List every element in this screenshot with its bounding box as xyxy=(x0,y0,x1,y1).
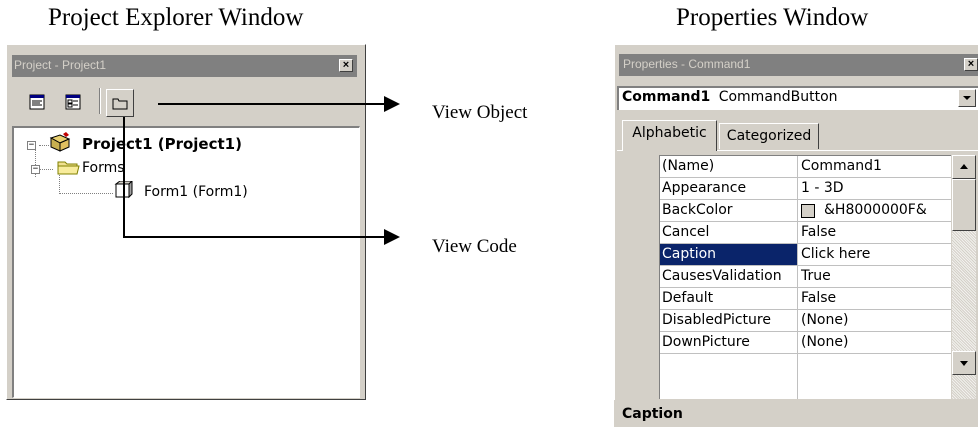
property-name: CausesValidation xyxy=(662,268,782,284)
folder-icon xyxy=(57,161,80,175)
object-selector-dropdown[interactable] xyxy=(958,89,976,107)
tab-alphabetic-label: Alphabetic xyxy=(632,125,707,141)
folder-icon xyxy=(112,98,128,110)
tree-item-form1[interactable]: Form1 (Form1) xyxy=(144,184,248,200)
color-swatch xyxy=(801,204,815,218)
view-object-button[interactable] xyxy=(61,90,85,114)
object-selector-value: Command1 CommandButton xyxy=(622,89,838,105)
property-value[interactable]: (None) xyxy=(801,334,848,350)
view-code-arrow-line xyxy=(123,117,125,238)
close-icon[interactable]: × xyxy=(964,58,978,71)
object-name: Command1 xyxy=(622,89,711,105)
view-object-icon xyxy=(65,94,81,110)
property-value[interactable]: (None) xyxy=(801,312,848,328)
tree-connector xyxy=(39,169,53,170)
view-object-arrow-line xyxy=(158,103,386,105)
toggle-folders-button[interactable] xyxy=(106,89,134,117)
collapse-project-toggle[interactable]: − xyxy=(27,141,36,150)
view-code-arrow-line xyxy=(123,236,386,238)
scroll-up-button[interactable] xyxy=(952,155,976,179)
properties-grid: (Name) Command1 Appearance 1 - 3D BackCo… xyxy=(659,155,951,399)
property-name: Default xyxy=(662,290,714,306)
project-explorer-title: Project - Project1 xyxy=(14,58,107,72)
property-name: Caption xyxy=(662,246,717,262)
properties-title: Properties - Command1 xyxy=(623,57,751,71)
property-value[interactable]: True xyxy=(801,268,831,284)
property-value[interactable]: &H8000000F& xyxy=(824,202,927,218)
arrow-down-icon xyxy=(960,361,968,366)
property-name: (Name) xyxy=(662,158,715,174)
property-value[interactable]: False xyxy=(801,224,836,240)
property-row-partial[interactable] xyxy=(660,354,951,376)
property-value[interactable]: Click here xyxy=(801,246,870,262)
tree-item-project[interactable]: Project1 (Project1) xyxy=(82,135,242,153)
property-name: BackColor xyxy=(662,202,733,218)
property-row[interactable]: DownPicture (None) xyxy=(660,332,951,354)
property-name: DownPicture xyxy=(662,334,750,350)
tab-alphabetic[interactable]: Alphabetic xyxy=(622,120,717,151)
property-row[interactable]: CausesValidation True xyxy=(660,266,951,288)
property-row[interactable]: (Name) Command1 xyxy=(660,156,951,178)
tree-connector xyxy=(59,193,113,194)
object-type: CommandButton xyxy=(718,89,838,105)
tree-item-forms[interactable]: Forms xyxy=(82,160,125,176)
chevron-down-icon xyxy=(963,96,971,100)
property-row-selected[interactable]: Caption Click here xyxy=(660,244,951,266)
project-explorer-heading: Project Explorer Window xyxy=(48,4,304,31)
properties-scrollbar[interactable] xyxy=(952,155,976,399)
toolbar-separator xyxy=(99,88,101,114)
property-value[interactable]: False xyxy=(801,290,836,306)
description-title: Caption xyxy=(622,406,683,422)
property-value[interactable]: 1 - 3D xyxy=(801,180,844,196)
property-name: Appearance xyxy=(662,180,747,196)
arrow-up-icon xyxy=(960,164,968,169)
property-value[interactable]: Command1 xyxy=(801,158,882,174)
property-row[interactable]: DisabledPicture (None) xyxy=(660,310,951,332)
scroll-down-button[interactable] xyxy=(952,351,976,375)
property-name: Cancel xyxy=(662,224,710,240)
view-code-callout: View Code xyxy=(432,236,517,257)
property-row[interactable]: Appearance 1 - 3D xyxy=(660,178,951,200)
tab-categorized[interactable]: Categorized xyxy=(719,123,819,149)
collapse-forms-toggle[interactable]: − xyxy=(31,165,40,174)
scroll-thumb[interactable] xyxy=(952,179,976,231)
view-code-icon xyxy=(29,94,45,110)
property-row[interactable]: BackColor &H8000000F& xyxy=(660,200,951,222)
properties-window-heading: Properties Window xyxy=(676,4,869,31)
property-row[interactable]: Default False xyxy=(660,288,951,310)
project-icon xyxy=(49,132,71,152)
view-code-arrowhead xyxy=(384,229,400,245)
property-name: DisabledPicture xyxy=(662,312,771,328)
view-object-arrowhead xyxy=(384,96,400,112)
view-object-callout: View Object xyxy=(432,102,528,123)
tab-categorized-label: Categorized xyxy=(726,128,812,144)
property-row[interactable]: Cancel False xyxy=(660,222,951,244)
close-icon[interactable]: × xyxy=(339,59,353,72)
view-code-button[interactable] xyxy=(25,90,49,114)
